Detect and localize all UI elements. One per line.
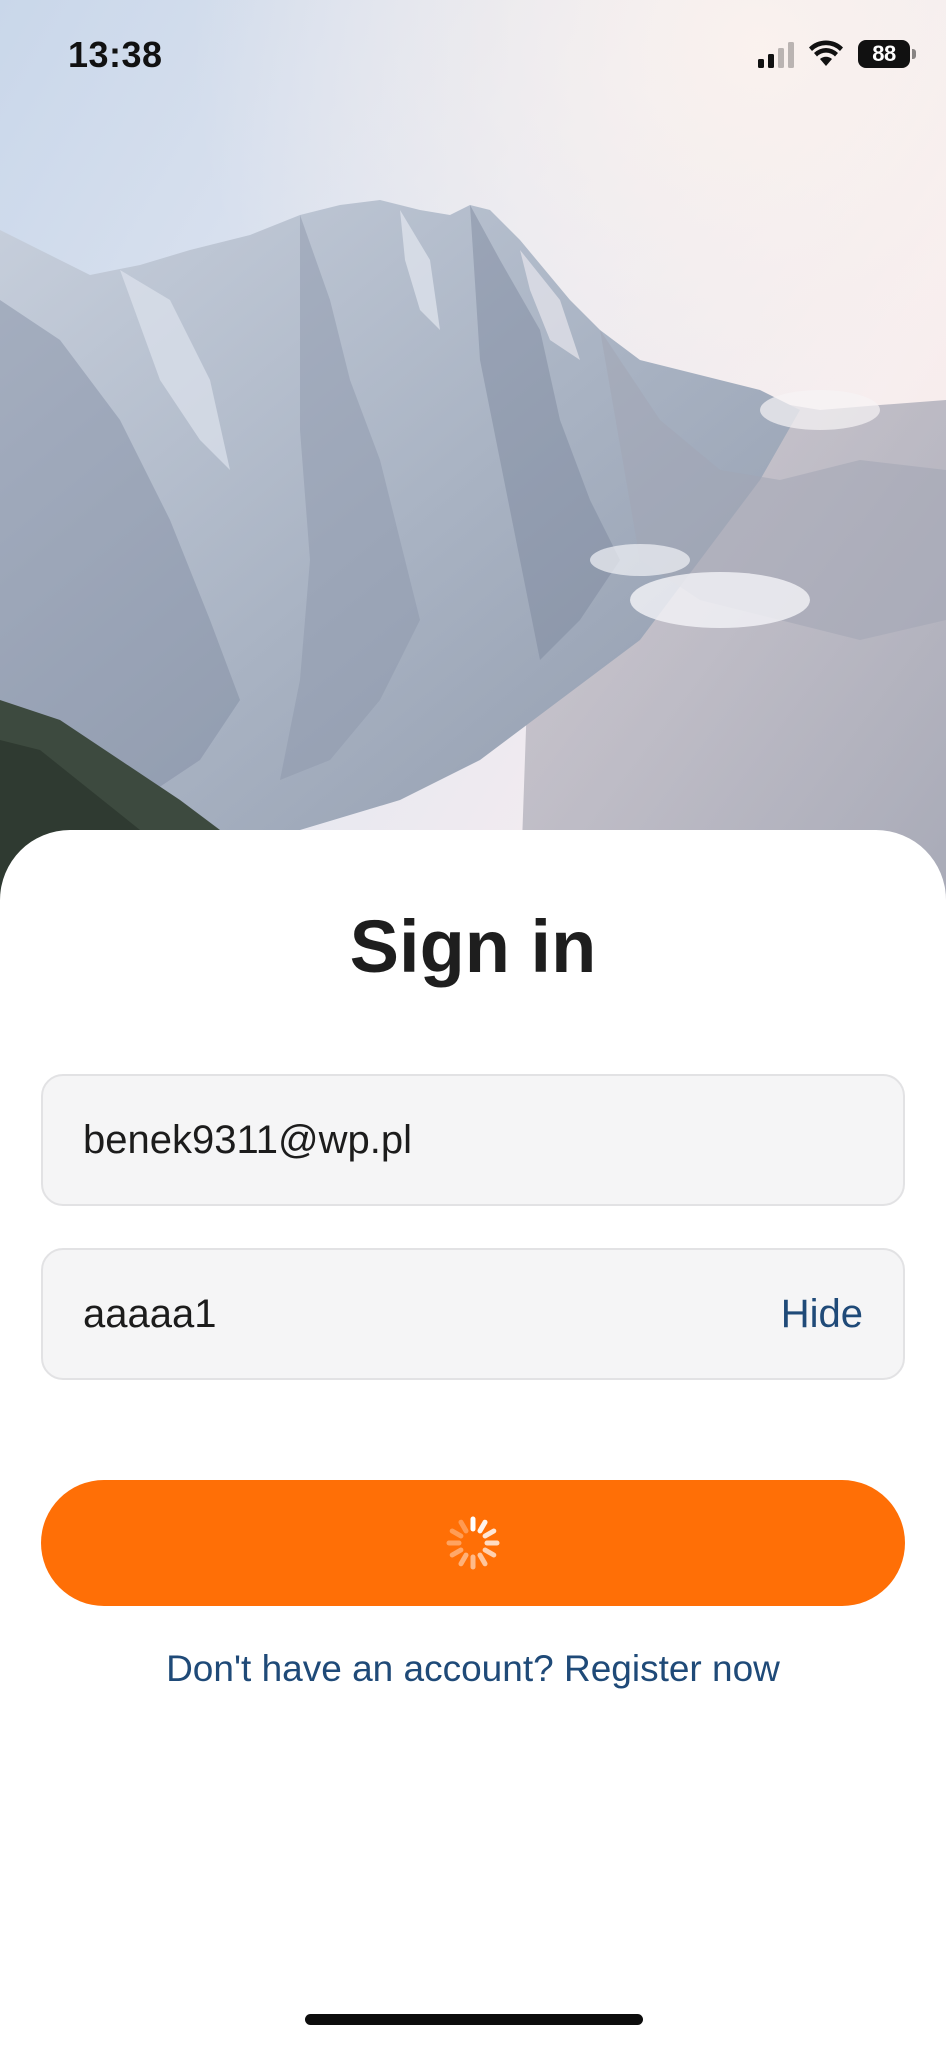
email-field[interactable] [41,1074,905,1206]
mountain-illustration [0,0,946,900]
sign-in-button[interactable] [41,1480,905,1606]
register-link[interactable]: Don't have an account? Register now [0,1648,946,1690]
password-field[interactable]: Hide [41,1248,905,1380]
status-icons: 88 [758,40,916,68]
loading-spinner-icon [443,1513,503,1573]
battery-icon: 88 [858,40,916,68]
background-mountain-image [0,0,946,900]
hide-password-button[interactable]: Hide [781,1292,863,1337]
password-input[interactable] [83,1291,781,1337]
status-time: 13:38 [68,34,163,75]
signal-icon [758,40,794,68]
email-input[interactable] [83,1117,863,1163]
status-bar: 13:38 88 [0,0,946,120]
page-title: Sign in [349,905,597,988]
wifi-icon [808,40,844,68]
sign-in-sheet: Sign in Hide [0,830,946,2048]
home-indicator[interactable] [305,2014,643,2025]
battery-level: 88 [872,41,896,66]
